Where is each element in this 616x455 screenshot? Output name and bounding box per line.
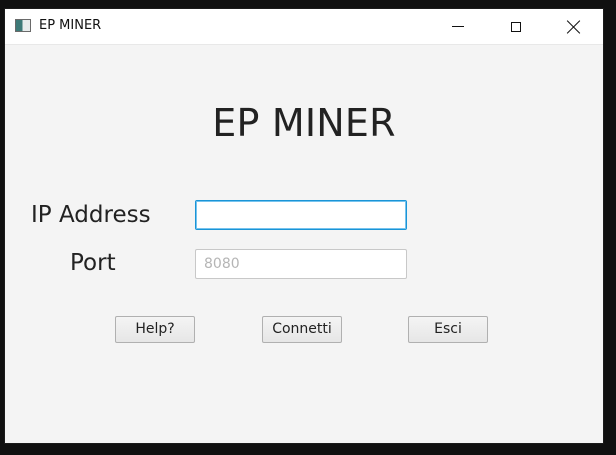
ip-address-label: IP Address xyxy=(31,202,151,228)
connect-button[interactable]: Connetti xyxy=(262,316,342,343)
exit-button[interactable]: Esci xyxy=(408,316,488,343)
port-label: Port xyxy=(70,250,116,276)
app-heading: EP MINER xyxy=(212,101,396,145)
port-input[interactable] xyxy=(195,249,407,279)
window-title: EP MINER xyxy=(39,18,102,33)
close-icon xyxy=(567,20,581,34)
help-button[interactable]: Help? xyxy=(115,316,195,343)
application-window: EP MINER EP MINER IP Address Port Help? … xyxy=(4,8,604,444)
minimize-button[interactable] xyxy=(435,9,481,44)
title-bar[interactable]: EP MINER xyxy=(5,9,603,45)
maximize-icon xyxy=(511,21,521,32)
minimize-icon xyxy=(452,26,464,27)
close-button[interactable] xyxy=(551,9,597,44)
maximize-button[interactable] xyxy=(493,9,539,44)
window-app-icon xyxy=(15,19,31,32)
ip-address-input[interactable] xyxy=(195,200,407,230)
main-content: EP MINER IP Address Port Help? Connetti … xyxy=(5,45,603,443)
